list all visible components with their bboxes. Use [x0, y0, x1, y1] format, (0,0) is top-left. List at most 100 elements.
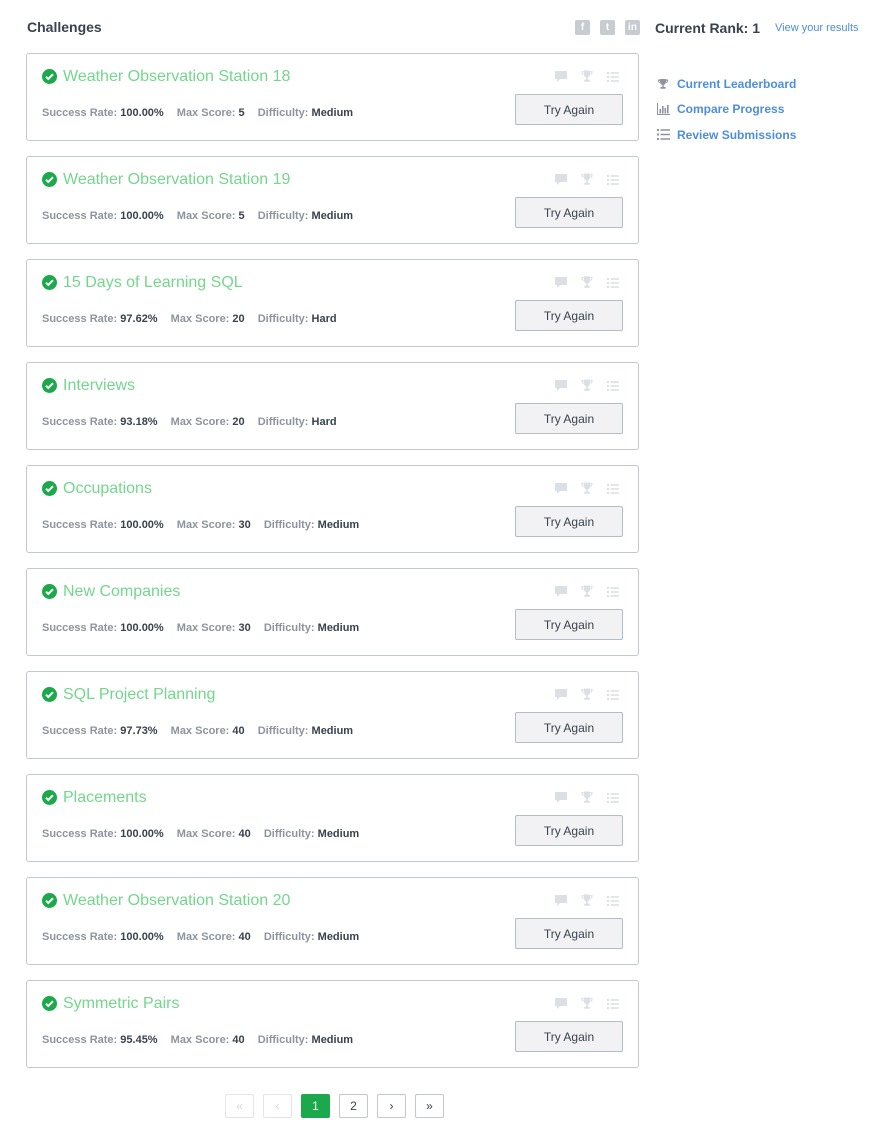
leaderboard-trophy-icon[interactable]	[580, 70, 594, 83]
submissions-list-icon[interactable]	[606, 379, 620, 392]
page-title: Challenges	[27, 19, 102, 35]
discussion-icon[interactable]	[554, 997, 568, 1010]
leaderboard-trophy-icon[interactable]	[580, 791, 594, 804]
trophy-icon	[656, 77, 670, 91]
challenge-actions	[554, 585, 620, 598]
difficulty-value: Hard	[311, 313, 337, 325]
max-score-label: Max Score:	[170, 725, 230, 737]
discussion-icon[interactable]	[554, 894, 568, 907]
challenge-title[interactable]: Weather Observation Station 20	[63, 892, 290, 910]
next-page-button[interactable]: ›	[377, 1094, 406, 1118]
leaderboard-trophy-icon[interactable]	[580, 894, 594, 907]
success-rate-value: 95.45%	[120, 1034, 158, 1046]
max-score-value: 30	[238, 519, 251, 531]
leaderboard-trophy-icon[interactable]	[580, 482, 594, 495]
challenge-title[interactable]: Symmetric Pairs	[63, 995, 179, 1013]
challenge-list: Weather Observation Station 18 Success R…	[26, 53, 639, 1083]
last-page-button[interactable]: »	[415, 1094, 444, 1118]
challenge-title[interactable]: New Companies	[63, 583, 180, 601]
first-page-button[interactable]: «	[225, 1094, 254, 1118]
try-again-button[interactable]: Try Again	[515, 300, 623, 331]
challenge-title[interactable]: 15 Days of Learning SQL	[63, 274, 243, 292]
submissions-list-icon[interactable]	[606, 173, 620, 186]
leaderboard-trophy-icon[interactable]	[580, 585, 594, 598]
check-circle-icon	[42, 275, 57, 290]
submissions-list-icon[interactable]	[606, 791, 620, 804]
list-icon	[656, 128, 670, 142]
submissions-list-icon[interactable]	[606, 70, 620, 83]
try-again-button[interactable]: Try Again	[515, 712, 623, 743]
try-again-button[interactable]: Try Again	[515, 815, 623, 846]
submissions-list-icon[interactable]	[606, 276, 620, 289]
challenge-meta: Success Rate: 100.00% Max Score: 5 Diffi…	[42, 107, 353, 119]
discussion-icon[interactable]	[554, 276, 568, 289]
challenge-title[interactable]: Interviews	[63, 377, 135, 395]
try-again-button[interactable]: Try Again	[515, 609, 623, 640]
max-score-label: Max Score:	[176, 107, 236, 119]
max-score-label: Max Score:	[176, 519, 236, 531]
prev-page-button[interactable]: ‹	[263, 1094, 292, 1118]
success-rate-value: 100.00%	[120, 210, 164, 222]
linkedin-icon[interactable]: in	[625, 20, 640, 35]
discussion-icon[interactable]	[554, 688, 568, 701]
page-button-2[interactable]: 2	[339, 1094, 368, 1118]
sidebar-link-submissions[interactable]: Review Submissions	[656, 122, 796, 148]
difficulty-value: Medium	[317, 519, 360, 531]
challenge-title[interactable]: Weather Observation Station 19	[63, 171, 290, 189]
difficulty-label: Difficulty:	[263, 828, 315, 840]
success-rate-label: Success Rate:	[42, 313, 118, 325]
challenge-card: 15 Days of Learning SQL Success Rate: 97…	[26, 259, 639, 347]
leaderboard-trophy-icon[interactable]	[580, 173, 594, 186]
try-again-button[interactable]: Try Again	[515, 918, 623, 949]
discussion-icon[interactable]	[554, 379, 568, 392]
submissions-list-icon[interactable]	[606, 894, 620, 907]
try-again-button[interactable]: Try Again	[515, 1021, 623, 1052]
leaderboard-trophy-icon[interactable]	[580, 379, 594, 392]
discussion-icon[interactable]	[554, 70, 568, 83]
submissions-list-icon[interactable]	[606, 585, 620, 598]
difficulty-value: Medium	[311, 1034, 354, 1046]
discussion-icon[interactable]	[554, 585, 568, 598]
submissions-list-icon[interactable]	[606, 482, 620, 495]
discussion-icon[interactable]	[554, 482, 568, 495]
check-circle-icon	[42, 584, 57, 599]
submissions-list-icon[interactable]	[606, 997, 620, 1010]
leaderboard-trophy-icon[interactable]	[580, 997, 594, 1010]
challenge-title[interactable]: Placements	[63, 789, 147, 807]
view-results-link[interactable]: View your results	[775, 22, 859, 34]
sidebar-link-compare[interactable]: Compare Progress	[656, 97, 796, 123]
success-rate-value: 93.18%	[120, 416, 158, 428]
twitter-icon[interactable]: t	[600, 20, 615, 35]
try-again-button[interactable]: Try Again	[515, 506, 623, 537]
challenge-card: SQL Project Planning Success Rate: 97.73…	[26, 671, 639, 759]
try-again-button[interactable]: Try Again	[515, 403, 623, 434]
discussion-icon[interactable]	[554, 173, 568, 186]
submissions-list-icon[interactable]	[606, 688, 620, 701]
success-rate-value: 97.73%	[120, 725, 158, 737]
max-score-label: Max Score:	[176, 210, 236, 222]
challenge-meta: Success Rate: 97.62% Max Score: 20 Diffi…	[42, 313, 337, 325]
challenge-card: Placements Success Rate: 100.00% Max Sco…	[26, 774, 639, 862]
challenge-actions	[554, 276, 620, 289]
check-circle-icon	[42, 687, 57, 702]
challenge-title[interactable]: Weather Observation Station 18	[63, 68, 290, 86]
try-again-button[interactable]: Try Again	[515, 197, 623, 228]
sidebar-link-leaderboard[interactable]: Current Leaderboard	[656, 71, 796, 97]
challenge-actions	[554, 482, 620, 495]
facebook-icon[interactable]: f	[575, 20, 590, 35]
difficulty-value: Medium	[317, 828, 360, 840]
success-rate-label: Success Rate:	[42, 725, 118, 737]
challenge-title[interactable]: SQL Project Planning	[63, 686, 215, 704]
leaderboard-trophy-icon[interactable]	[580, 688, 594, 701]
challenge-actions	[554, 997, 620, 1010]
max-score-label: Max Score:	[170, 313, 230, 325]
challenge-title[interactable]: Occupations	[63, 480, 152, 498]
leaderboard-trophy-icon[interactable]	[580, 276, 594, 289]
pagination: « ‹ 1 2 › »	[225, 1094, 444, 1118]
success-rate-value: 100.00%	[120, 622, 164, 634]
difficulty-label: Difficulty:	[257, 416, 309, 428]
discussion-icon[interactable]	[554, 791, 568, 804]
try-again-button[interactable]: Try Again	[515, 94, 623, 125]
max-score-value: 40	[232, 1034, 245, 1046]
page-button-1[interactable]: 1	[301, 1094, 330, 1118]
